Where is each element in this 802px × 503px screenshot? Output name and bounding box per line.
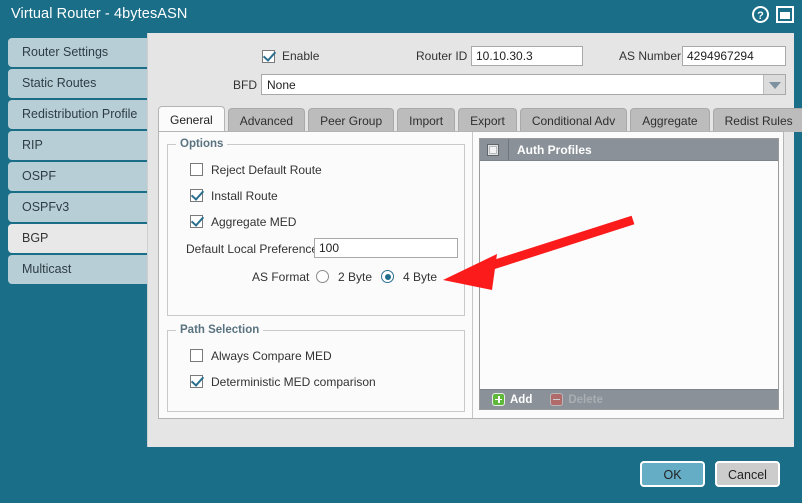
install-route-label: Install Route xyxy=(211,188,278,203)
aggregate-med-checkbox[interactable] xyxy=(190,215,203,229)
chevron-down-icon[interactable] xyxy=(763,75,785,94)
select-all-checkbox-icon[interactable] xyxy=(487,143,499,156)
sidebar-nav: Router Settings Static Routes Redistribu… xyxy=(8,38,148,286)
tab-bar: General Advanced Peer Group Import Expor… xyxy=(158,106,802,132)
as-format-4byte-label: 4 Byte xyxy=(403,270,438,284)
cancel-button[interactable]: Cancel xyxy=(715,461,780,487)
deterministic-med-row: Deterministic MED comparison xyxy=(190,374,376,392)
deterministic-med-label: Deterministic MED comparison xyxy=(211,374,376,389)
tab-conditional-adv[interactable]: Conditional Adv xyxy=(519,108,628,132)
as-format-2byte-radio[interactable] xyxy=(316,270,329,283)
bgp-settings-dialog: Enable Router ID AS Number BFD None Gene… xyxy=(147,33,802,447)
install-route-row: Install Route xyxy=(190,188,278,206)
sidebar-item-ospfv3[interactable]: OSPFv3 xyxy=(8,193,148,222)
bfd-label: BFD xyxy=(233,78,257,92)
window-icon[interactable] xyxy=(776,6,794,23)
title-bar-actions: ? xyxy=(752,6,794,23)
deterministic-med-checkbox[interactable] xyxy=(190,375,203,389)
as-format-row: AS Format 2 Byte 4 Byte xyxy=(186,268,458,288)
sidebar-item-multicast[interactable]: Multicast xyxy=(8,255,148,284)
add-auth-profile-button[interactable]: Add xyxy=(492,393,532,406)
page-title: Virtual Router - 4bytesASN xyxy=(11,6,188,22)
options-column: Options Reject Default Route Install Rou… xyxy=(159,132,473,418)
column-divider xyxy=(508,139,509,160)
sidebar-item-rip[interactable]: RIP xyxy=(8,131,148,160)
tab-aggregate[interactable]: Aggregate xyxy=(630,108,710,132)
sidebar-item-ospf[interactable]: OSPF xyxy=(8,162,148,191)
path-selection-group-legend: Path Selection xyxy=(180,324,260,336)
path-selection-group: Path Selection Always Compare MED Determ… xyxy=(167,324,465,412)
always-compare-med-checkbox[interactable] xyxy=(190,349,203,363)
tab-redist-rules[interactable]: Redist Rules xyxy=(712,108,802,132)
default-local-pref-row: Default Local Preference xyxy=(186,238,458,260)
plus-icon xyxy=(492,393,505,406)
tab-general[interactable]: General xyxy=(158,106,225,132)
sidebar-item-router-settings[interactable]: Router Settings xyxy=(8,38,148,67)
aggregate-med-row: Aggregate MED xyxy=(190,214,296,232)
as-number-label: AS Number xyxy=(619,49,682,63)
router-id-input[interactable] xyxy=(471,46,583,66)
delete-auth-profile-button: Delete xyxy=(550,393,603,406)
reject-default-route-label: Reject Default Route xyxy=(211,162,322,177)
reject-default-route-row: Reject Default Route xyxy=(190,162,322,180)
add-button-label: Add xyxy=(510,393,533,406)
reject-default-route-checkbox[interactable] xyxy=(190,163,203,177)
auth-profiles-table-body[interactable] xyxy=(480,161,778,389)
sidebar-item-redistribution-profile[interactable]: Redistribution Profile xyxy=(8,100,148,129)
dialog-footer: OK Cancel xyxy=(0,455,802,493)
bfd-form-row: BFD None xyxy=(148,74,794,96)
bfd-selected-value: None xyxy=(267,78,296,92)
help-circle-icon[interactable]: ? xyxy=(752,6,769,23)
options-group: Options Reject Default Route Install Rou… xyxy=(167,138,465,316)
ok-button[interactable]: OK xyxy=(640,461,705,487)
auth-profiles-column-header: Auth Profiles xyxy=(517,142,592,157)
default-local-pref-label: Default Local Preference xyxy=(186,242,319,256)
bfd-dropdown[interactable]: None xyxy=(261,74,786,95)
tab-import[interactable]: Import xyxy=(397,108,456,132)
general-tab-panel: Options Reject Default Route Install Rou… xyxy=(158,131,784,419)
default-local-pref-input[interactable] xyxy=(314,238,458,258)
router-id-label: Router ID xyxy=(416,49,468,63)
enable-checkbox[interactable] xyxy=(262,50,275,63)
as-number-input[interactable] xyxy=(682,46,786,66)
tab-export[interactable]: Export xyxy=(458,108,517,132)
sidebar-item-bgp[interactable]: BGP xyxy=(8,224,148,253)
auth-profiles-column: Auth Profiles Add Delete xyxy=(474,132,785,418)
tab-advanced[interactable]: Advanced xyxy=(227,108,306,132)
sidebar-item-static-routes[interactable]: Static Routes xyxy=(8,69,148,98)
minus-icon xyxy=(550,393,564,406)
options-group-legend: Options xyxy=(180,138,224,150)
auth-profiles-table: Auth Profiles Add Delete xyxy=(479,138,779,410)
tab-peer-group[interactable]: Peer Group xyxy=(308,108,395,132)
delete-button-label: Delete xyxy=(568,393,603,406)
window-title-bar: Virtual Router - 4bytesASN ? xyxy=(0,0,802,31)
enable-label: Enable xyxy=(282,49,320,63)
always-compare-med-row: Always Compare MED xyxy=(190,348,332,366)
install-route-checkbox[interactable] xyxy=(190,189,203,203)
as-format-4byte-radio[interactable] xyxy=(381,270,394,283)
auth-profiles-table-header: Auth Profiles xyxy=(480,139,778,161)
auth-profiles-table-footer: Add Delete xyxy=(480,389,778,409)
router-top-form-row: Enable Router ID AS Number xyxy=(148,46,794,68)
as-format-label: AS Format xyxy=(252,270,310,284)
aggregate-med-label: Aggregate MED xyxy=(211,214,297,229)
always-compare-med-label: Always Compare MED xyxy=(211,348,332,363)
as-format-2byte-label: 2 Byte xyxy=(338,270,373,284)
